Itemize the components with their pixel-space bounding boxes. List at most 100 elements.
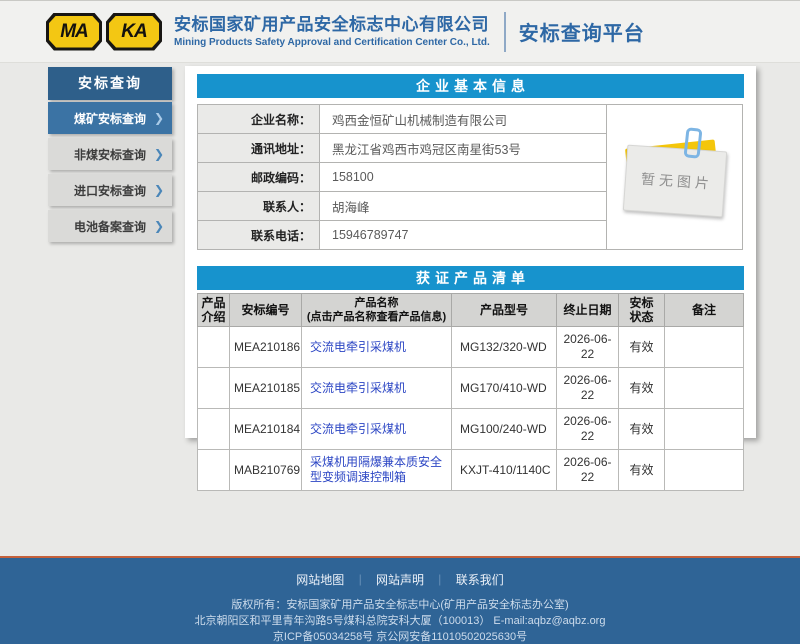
field-value: 158100 <box>320 163 607 192</box>
remark-cell <box>665 327 744 368</box>
product-name-cell: 交流电牵引采煤机 <box>302 409 452 450</box>
status-cell: 有效 <box>619 409 665 450</box>
chevron-right-icon: ❯ <box>154 147 164 161</box>
sidebar-item-battery-query[interactable]: 电池备案查询 ❯ <box>48 210 172 242</box>
product-name-cell: 交流电牵引采煤机 <box>302 327 452 368</box>
info-row: 企业名称： 鸡西金恒矿山机械制造有限公司 <box>198 105 607 134</box>
end-date-cell: 2026-06-22 <box>557 409 619 450</box>
platform-title: 安标查询平台 <box>519 17 645 46</box>
cert-no-cell: MEA210184 <box>230 409 302 450</box>
cert-no-cell: MEA210185 <box>230 368 302 409</box>
sidebar-item-noncoal-query[interactable]: 非煤安标查询 ❯ <box>48 138 172 170</box>
info-row: 邮政编码： 158100 <box>198 163 607 192</box>
footer-copyright: 版权所有：安标国家矿用产品安全标志中心(矿用产品安全标志办公室) 北京朝阳区和平… <box>0 597 800 644</box>
chevron-right-icon: ❯ <box>154 183 164 197</box>
footer-link-separator: ｜ <box>355 575 366 587</box>
company-info-title: 企业基本信息 <box>197 74 744 98</box>
col-end-date: 终止日期 <box>557 294 619 327</box>
footer-link-contact[interactable]: 联系我们 <box>456 573 504 587</box>
products-title: 获证产品清单 <box>197 266 744 290</box>
product-name-link[interactable]: 交流电牵引采煤机 <box>310 340 406 354</box>
cert-no-cell: MEA210186 <box>230 327 302 368</box>
field-value: 胡海峰 <box>320 192 607 221</box>
sidebar-item-import-query[interactable]: 进口安标查询 ❯ <box>48 174 172 206</box>
sidebar: 安标查询 煤矿安标查询 ❯ 非煤安标查询 ❯ 进口安标查询 ❯ 电池备案查询 ❯ <box>48 67 172 242</box>
info-row: 通讯地址： 黑龙江省鸡西市鸡冠区南星街53号 <box>198 134 607 163</box>
product-row: MEA210186 交流电牵引采煤机 MG132/320-WD 2026-06-… <box>198 327 744 368</box>
footer-links: 网站地图 ｜ 网站声明 ｜ 联系我们 <box>0 558 800 588</box>
chevron-right-icon: ❯ <box>154 111 164 125</box>
org-name-block: 安标国家矿用产品安全标志中心有限公司 Mining Products Safet… <box>174 15 490 48</box>
col-remark: 备注 <box>665 294 744 327</box>
field-value: 黑龙江省鸡西市鸡冠区南星街53号 <box>320 134 607 163</box>
product-row: MAB210769 采煤机用隔爆兼本质安全型变频调速控制箱 KXJT-410/1… <box>198 450 744 491</box>
product-name-link[interactable]: 交流电牵引采煤机 <box>310 381 406 395</box>
ka-badge-icon: KA <box>106 13 162 51</box>
field-label: 联系人： <box>198 192 320 221</box>
field-label: 邮政编码： <box>198 163 320 192</box>
info-row: 联系人： 胡海峰 <box>198 192 607 221</box>
content-panel: 企业基本信息 企业名称： 鸡西金恒矿山机械制造有限公司 通讯地址： 黑龙江省鸡西… <box>185 66 756 438</box>
sidebar-item-label: 煤矿安标查询 <box>74 110 146 127</box>
model-cell: KXJT-410/1140C <box>452 450 557 491</box>
sidebar-title: 安标查询 <box>48 67 172 100</box>
page: MA KA 安标国家矿用产品安全标志中心有限公司 Mining Products… <box>0 0 800 644</box>
product-name-link[interactable]: 交流电牵引采煤机 <box>310 422 406 436</box>
sidebar-item-label: 非煤安标查询 <box>74 146 146 163</box>
maka-logo: MA KA <box>46 13 162 51</box>
product-intro-cell <box>198 368 230 409</box>
field-label: 联系电话： <box>198 221 320 250</box>
status-cell: 有效 <box>619 368 665 409</box>
products-section: 获证产品清单 产品 介绍 安标编号 产品名称 (点击产品名称查看产品信息) 产品… <box>197 266 744 491</box>
col-model: 产品型号 <box>452 294 557 327</box>
product-image-placeholder: 暂无图片 <box>607 104 743 250</box>
field-value: 15946789747 <box>320 221 607 250</box>
info-row: 联系电话： 15946789747 <box>198 221 607 250</box>
footer-link-sitemap[interactable]: 网站地图 <box>296 573 344 587</box>
copyright-line: 北京朝阳区和平里青年沟路5号煤科总院安科大厦（100013） E-mail:aq… <box>0 613 800 629</box>
ma-badge-icon: MA <box>46 13 102 51</box>
col-cert-no: 安标编号 <box>230 294 302 327</box>
chevron-right-icon: ❯ <box>154 219 164 233</box>
org-name-cn: 安标国家矿用产品安全标志中心有限公司 <box>174 15 490 35</box>
sidebar-item-label: 进口安标查询 <box>74 182 146 199</box>
model-cell: MG132/320-WD <box>452 327 557 368</box>
sidebar-item-coal-query[interactable]: 煤矿安标查询 ❯ <box>48 102 172 134</box>
end-date-cell: 2026-06-22 <box>557 327 619 368</box>
product-row: MEA210185 交流电牵引采煤机 MG170/410-WD 2026-06-… <box>198 368 744 409</box>
products-header-row: 产品 介绍 安标编号 产品名称 (点击产品名称查看产品信息) 产品型号 终止日期… <box>198 294 744 327</box>
col-product-intro: 产品 介绍 <box>198 294 230 327</box>
col-product-name: 产品名称 (点击产品名称查看产品信息) <box>302 294 452 327</box>
end-date-cell: 2026-06-22 <box>557 368 619 409</box>
end-date-cell: 2026-06-22 <box>557 450 619 491</box>
ma-badge-text: MA <box>49 16 99 48</box>
company-info-body: 企业名称： 鸡西金恒矿山机械制造有限公司 通讯地址： 黑龙江省鸡西市鸡冠区南星街… <box>197 104 744 250</box>
product-name-link[interactable]: 采煤机用隔爆兼本质安全型变频调速控制箱 <box>310 455 442 484</box>
remark-cell <box>665 450 744 491</box>
no-image-graphic: 暂无图片 <box>623 137 727 217</box>
cert-no-cell: MAB210769 <box>230 450 302 491</box>
no-image-text: 暂无图片 <box>636 168 713 193</box>
field-label: 通讯地址： <box>198 134 320 163</box>
site-header: MA KA 安标国家矿用产品安全标志中心有限公司 Mining Products… <box>0 1 800 63</box>
site-footer: 网站地图 ｜ 网站声明 ｜ 联系我们 版权所有：安标国家矿用产品安全标志中心(矿… <box>0 556 800 644</box>
paperclip-icon <box>683 127 702 159</box>
col-status: 安标 状态 <box>619 294 665 327</box>
product-intro-cell <box>198 409 230 450</box>
field-value: 鸡西金恒矿山机械制造有限公司 <box>320 105 607 134</box>
product-intro-cell <box>198 450 230 491</box>
field-label: 企业名称： <box>198 105 320 134</box>
product-row: MEA210184 交流电牵引采煤机 MG100/240-WD 2026-06-… <box>198 409 744 450</box>
org-name-en: Mining Products Safety Approval and Cert… <box>174 37 490 48</box>
products-table: 产品 介绍 安标编号 产品名称 (点击产品名称查看产品信息) 产品型号 终止日期… <box>197 293 744 491</box>
copyright-line: 版权所有：安标国家矿用产品安全标志中心(矿用产品安全标志办公室) <box>0 597 800 613</box>
copyright-line: 京ICP备05034258号 京公网安备11010502025630号 <box>0 629 800 644</box>
remark-cell <box>665 368 744 409</box>
no-image-card: 暂无图片 <box>622 145 726 218</box>
product-name-cell: 采煤机用隔爆兼本质安全型变频调速控制箱 <box>302 450 452 491</box>
product-name-cell: 交流电牵引采煤机 <box>302 368 452 409</box>
footer-link-statement[interactable]: 网站声明 <box>376 573 424 587</box>
product-intro-cell <box>198 327 230 368</box>
company-info-table: 企业名称： 鸡西金恒矿山机械制造有限公司 通讯地址： 黑龙江省鸡西市鸡冠区南星街… <box>197 104 607 250</box>
remark-cell <box>665 409 744 450</box>
